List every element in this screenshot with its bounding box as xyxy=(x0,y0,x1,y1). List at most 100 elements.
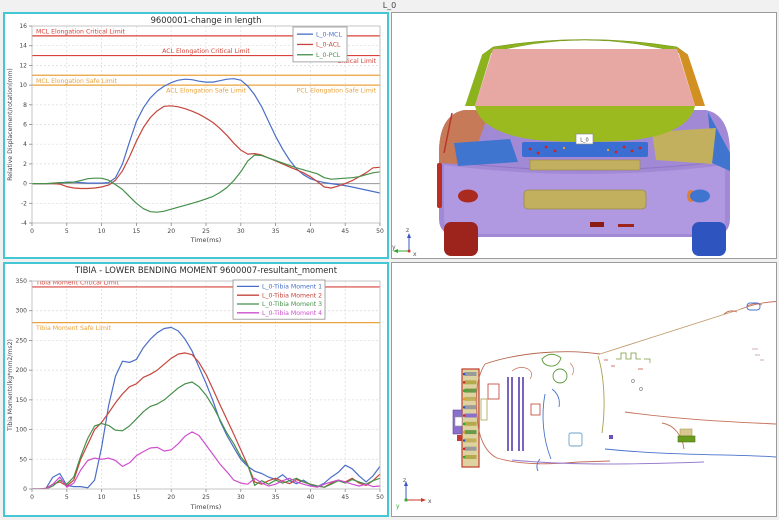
x-tick-label: 25 xyxy=(202,494,210,501)
x-tick-label: 20 xyxy=(167,228,175,235)
engine-olive-box xyxy=(481,399,487,420)
vehicle-side-section: z x y xyxy=(392,263,776,516)
x-axis-arrow xyxy=(421,498,426,502)
x-tick-label: 15 xyxy=(133,494,141,501)
y-tick-label: 4 xyxy=(23,141,27,148)
car-grille-bar xyxy=(530,160,640,170)
y-tick-label: 250 xyxy=(16,337,28,344)
engine-red-box1 xyxy=(488,384,499,399)
legend-label: L_0-PCL xyxy=(316,52,341,59)
limit-label: Tibia Moment Safe Limit xyxy=(35,325,112,332)
legend-label: L_0-Tibia Moment 3 xyxy=(262,301,322,308)
z-axis-label: z xyxy=(406,227,409,234)
z-axis-label: z xyxy=(403,477,406,484)
limit-label: ACL Elongation Safe Limit xyxy=(166,88,246,95)
car-wheel-right xyxy=(692,222,726,256)
tibia-chart: Tibia Moment Critical LimitTibia Moment … xyxy=(5,264,387,515)
car-headlight-left xyxy=(454,139,518,166)
y-tick-label: 100 xyxy=(16,427,28,434)
scribble-salmon2 xyxy=(570,363,574,375)
legend-label: L_0-Tibia Moment 2 xyxy=(262,292,322,299)
axis-triad-side: z x y xyxy=(396,477,432,510)
firewall-line xyxy=(598,356,604,433)
x-tick-label: 30 xyxy=(237,494,245,501)
engine-part-green xyxy=(542,354,561,366)
y-axis-title: Relative Displacement/rotation(mm) xyxy=(7,68,14,181)
legend-label: L_0-MCL xyxy=(316,31,342,38)
y-tick-label: 2 xyxy=(23,161,27,168)
chart-title: 9600001-change in length xyxy=(151,15,262,25)
x-tick-label: 35 xyxy=(272,494,280,501)
pedal-box-outline xyxy=(569,433,582,446)
jack-block-tan xyxy=(680,429,692,436)
y-tick-label: 8 xyxy=(23,102,27,109)
x-axis-title: Time(ms) xyxy=(190,503,222,511)
x-tick-label: 15 xyxy=(133,228,141,235)
window-title: L_0 xyxy=(0,0,779,12)
x-tick-label: 5 xyxy=(65,494,69,501)
x-tick-label: 10 xyxy=(98,228,106,235)
axis-triad-front: z y x xyxy=(392,227,417,258)
x-tick-label: 45 xyxy=(341,494,349,501)
legend-label: L_0-ACL xyxy=(316,42,341,49)
y-tick-label: 50 xyxy=(19,456,27,463)
car-lower-intake xyxy=(524,190,646,209)
hood-line xyxy=(485,352,600,364)
x-axis-origin xyxy=(408,250,411,253)
limit-label: MCL Elongation Critical Limit xyxy=(36,28,125,35)
panel-tibia-chart[interactable]: Tibia Moment Critical LimitTibia Moment … xyxy=(3,262,389,517)
limit-label: PCL Elongation Safe Limit xyxy=(297,88,377,95)
y-tick-label: 6 xyxy=(23,122,27,129)
elongation-chart: MCL Elongation Critical Limit ACL Elongat… xyxy=(5,14,387,257)
x-tick-label: 10 xyxy=(98,494,106,501)
car-underbody-mark2 xyxy=(618,224,634,227)
vehicle-front-view: L_0 z y x xyxy=(392,13,776,258)
chart-title: TIBIA - LOWER BENDING MOMENT 9600007-res… xyxy=(74,265,338,275)
roof-line xyxy=(741,302,776,310)
y-tick-label: 150 xyxy=(16,397,28,404)
car-foglight-right xyxy=(690,190,710,203)
panel-side-section-view[interactable]: z x y xyxy=(391,262,777,517)
car-windshield xyxy=(475,49,695,106)
car-foglight-left xyxy=(458,190,478,203)
application-window: L_0 MCL Elongation Critical Limit ACL Elo… xyxy=(0,0,779,520)
barrier-load-cell-window xyxy=(455,417,462,426)
engine-part-circle xyxy=(553,369,567,383)
purple-dot xyxy=(609,435,613,439)
radiator-lines xyxy=(508,377,523,451)
y-tick-label: -2 xyxy=(21,200,27,207)
engine-crown xyxy=(616,353,641,359)
legend-label: L_0-Tibia Moment 1 xyxy=(262,284,322,291)
strut-detail xyxy=(552,389,559,407)
car-underbody-mark1 xyxy=(590,222,604,227)
x-tick-label: 40 xyxy=(307,228,315,235)
x-tick-label: 25 xyxy=(202,228,210,235)
y-tick-label: 0 xyxy=(23,181,27,188)
x-axis-title: Time(ms) xyxy=(190,236,222,244)
vehicle-front-model: L_0 xyxy=(437,40,730,257)
y-tick-label: 14 xyxy=(19,43,27,50)
x-tick-label: 45 xyxy=(341,228,349,235)
y-tick-label: -4 xyxy=(21,220,27,227)
x-tick-label: 0 xyxy=(30,228,34,235)
y-tick-label: 300 xyxy=(16,308,28,315)
faint-upper-marks xyxy=(752,349,764,360)
y-axis-label: y xyxy=(396,503,400,510)
limit-label: ACL Elongation Critical Limit xyxy=(162,48,250,55)
scribble-salmon1 xyxy=(512,367,532,379)
y-tick-label: 0 xyxy=(23,486,27,493)
panel-3d-front-view[interactable]: L_0 z y x xyxy=(391,12,777,259)
panel-elongation-chart[interactable]: MCL Elongation Critical Limit ACL Elongat… xyxy=(3,12,389,259)
x-tick-label: 40 xyxy=(307,494,315,501)
limit-label: MCL Elongation Safe Limit xyxy=(36,78,118,85)
x-tick-label: 20 xyxy=(167,494,175,501)
x-tick-label: 35 xyxy=(272,228,280,235)
y-tick-label: 200 xyxy=(16,367,28,374)
x-tick-label: 0 xyxy=(30,494,34,501)
barrier-lower-mark xyxy=(457,435,462,441)
x-tick-label: 50 xyxy=(376,494,384,501)
tiny-marks xyxy=(604,359,650,391)
x-tick-label: 50 xyxy=(376,228,384,235)
strut-hook xyxy=(537,459,540,471)
door-line xyxy=(625,412,776,424)
